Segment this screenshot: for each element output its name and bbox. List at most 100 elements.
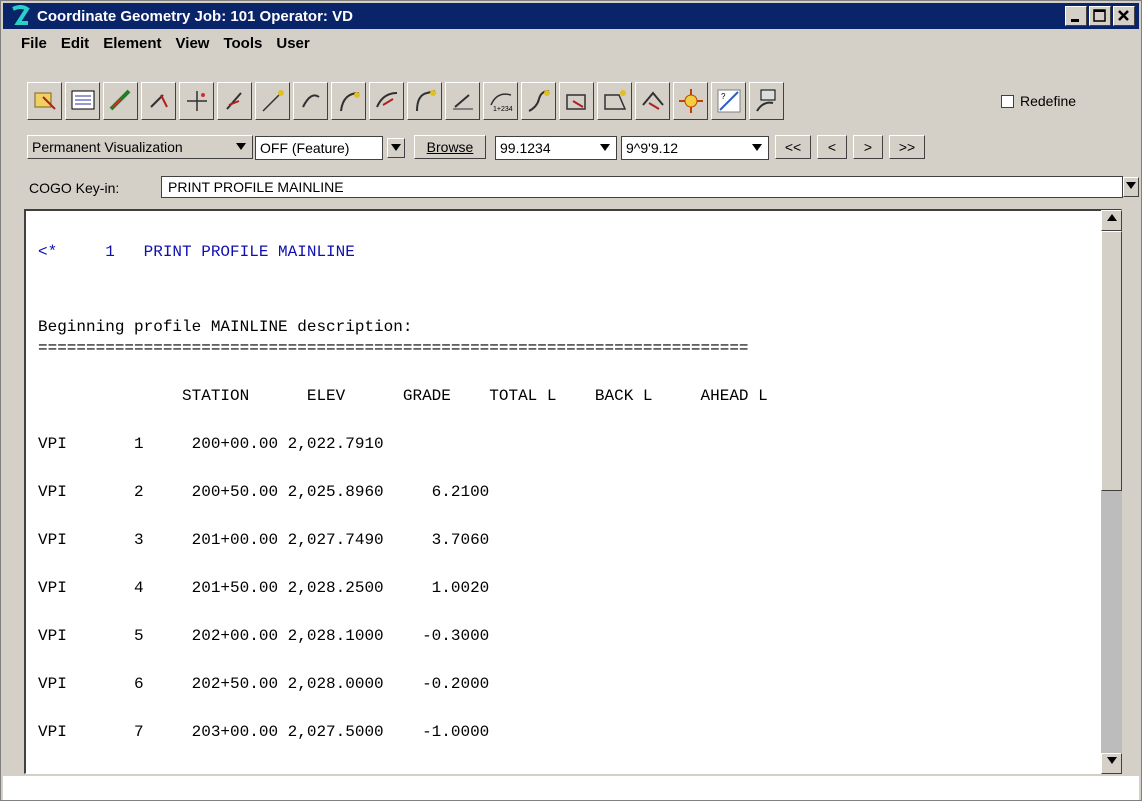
cogo-toolbar: 1+234?: [27, 82, 784, 120]
command-echo: <* 1 PRINT PROFILE MAINLINE: [38, 243, 355, 261]
store-curve-button[interactable]: [331, 82, 366, 120]
output-scrollbar[interactable]: [1101, 210, 1122, 774]
visualization-select[interactable]: Permanent Visualization: [27, 135, 253, 159]
angle-value: 9^9'9.12: [626, 140, 679, 156]
visualize-icon: [678, 89, 703, 113]
import-button[interactable]: [749, 82, 784, 120]
menu-file[interactable]: File: [21, 35, 47, 52]
profile-heading: Beginning profile MAINLINE description:: [38, 318, 413, 336]
maximize-button[interactable]: [1089, 6, 1111, 26]
dropdown-arrow-icon: [236, 143, 246, 150]
add-point-icon: [186, 91, 207, 111]
cogo-window: Coordinate Geometry Job: 101 Operator: V…: [0, 0, 1142, 801]
close-button[interactable]: [1113, 6, 1135, 26]
scroll-down-button[interactable]: [1101, 753, 1122, 774]
keyin-input[interactable]: PRINT PROFILE MAINLINE: [161, 176, 1123, 198]
nav-prev-button[interactable]: <: [817, 135, 847, 159]
window-title: Coordinate Geometry Job: 101 Operator: V…: [37, 7, 353, 25]
nav-last-button[interactable]: >>: [889, 135, 925, 159]
redefine-toggle[interactable]: Redefine: [1001, 93, 1076, 109]
menu-bar: File Edit Element View Tools User: [3, 31, 310, 55]
locate-parcel-button[interactable]: [521, 82, 556, 120]
table-row: VPI 2 200+50.00 2,025.8960 6.2100: [38, 483, 490, 501]
draw-tool-icon: [109, 89, 130, 111]
table-row: VPI 6 202+50.00 2,028.0000 -0.2000: [38, 675, 490, 693]
store-parcel-button[interactable]: [559, 82, 594, 120]
feature-dropdown-button[interactable]: [387, 138, 405, 158]
table-row: VPI 3 201+00.00 2,027.7490 3.7060: [38, 531, 490, 549]
arrow-up-icon: [1106, 214, 1117, 221]
redefine-checkbox[interactable]: [1001, 94, 1014, 108]
locate-curve-button[interactable]: [293, 82, 328, 120]
store-profile-icon: [641, 91, 664, 110]
column-headers: STATION ELEV GRADE TOTAL L BACK L AHEAD …: [38, 387, 768, 405]
locate-spiral-button[interactable]: [369, 82, 404, 120]
visualize-button[interactable]: [673, 82, 708, 120]
visualization-value: Permanent Visualization: [32, 139, 183, 155]
scroll-thumb[interactable]: [1101, 231, 1122, 491]
table-row: VPI 1 200+00.00 2,022.7910: [38, 435, 384, 453]
locate-hook-button[interactable]: [141, 82, 176, 120]
angle-select[interactable]: 9^9'9.12: [621, 136, 769, 160]
separator-rule: ========================================…: [38, 339, 749, 357]
element-edit-icon: ?: [717, 89, 740, 113]
scroll-track[interactable]: [1101, 491, 1122, 753]
store-chain-button[interactable]: 1+234: [483, 82, 518, 120]
locate-parcel-icon: [528, 90, 550, 112]
locate-chain-button[interactable]: [445, 82, 480, 120]
element-edit-button[interactable]: ?: [711, 82, 746, 120]
minimize-icon: [1071, 19, 1079, 22]
keyin-label: COGO Key-in:: [29, 180, 120, 196]
close-icon: [1118, 10, 1129, 21]
store-curve-icon: [339, 92, 360, 112]
nav-first-label: <<: [784, 139, 802, 155]
svg-text:?: ?: [721, 92, 726, 101]
table-row: VPI 4 201+50.00 2,028.2500 1.0020: [38, 579, 490, 597]
inroads-logo-icon: [12, 5, 30, 25]
list-button[interactable]: [65, 82, 100, 120]
locate-curve-icon: [301, 94, 320, 108]
locate-point-icon: [34, 92, 56, 110]
dropdown-arrow-icon: [600, 144, 610, 151]
scroll-up-button[interactable]: [1101, 210, 1122, 231]
locate-profile-icon: [603, 90, 626, 110]
add-point-button[interactable]: [179, 82, 214, 120]
svg-text:1+234: 1+234: [493, 106, 513, 113]
menu-edit[interactable]: Edit: [61, 35, 89, 52]
store-spiral-button[interactable]: [407, 82, 442, 120]
store-profile-button[interactable]: [635, 82, 670, 120]
browse-label: Browse: [426, 139, 474, 155]
browse-button[interactable]: Browse: [414, 135, 486, 159]
keyin-dropdown-button[interactable]: [1123, 177, 1139, 197]
distance-value: 99.1234: [500, 140, 551, 156]
feature-select[interactable]: OFF (Feature): [255, 136, 383, 160]
locate-line-icon: [225, 92, 242, 110]
locate-hook-icon: [149, 94, 168, 108]
table-row: VPI 5 202+00.00 2,028.1000 -0.3000: [38, 627, 490, 645]
store-line-icon: [261, 90, 284, 112]
menu-element[interactable]: Element: [103, 35, 161, 52]
nav-next-button[interactable]: >: [853, 135, 883, 159]
nav-first-button[interactable]: <<: [775, 135, 811, 159]
status-area: [3, 776, 1139, 800]
menu-user[interactable]: User: [276, 35, 309, 52]
minimize-button[interactable]: [1065, 6, 1087, 26]
nav-next-label: >: [863, 139, 873, 155]
store-parcel-icon: [565, 94, 586, 110]
maximize-icon: [1093, 9, 1106, 22]
chevron-down-icon: [391, 144, 401, 151]
store-line-button[interactable]: [255, 82, 290, 120]
output-window: <* 1 PRINT PROFILE MAINLINE Beginning pr…: [24, 209, 1122, 774]
locate-point-button[interactable]: [27, 82, 62, 120]
table-row: VPI 7 203+00.00 2,027.5000 -1.0000: [38, 723, 490, 741]
arrow-down-icon: [1106, 757, 1117, 764]
draw-tool-button[interactable]: [103, 82, 138, 120]
nav-prev-label: <: [827, 139, 837, 155]
menu-tools[interactable]: Tools: [223, 35, 262, 52]
locate-profile-button[interactable]: [597, 82, 632, 120]
locate-line-button[interactable]: [217, 82, 252, 120]
menu-view[interactable]: View: [176, 35, 210, 52]
distance-select[interactable]: 99.1234: [495, 136, 617, 160]
dropdown-arrow-icon: [752, 144, 762, 151]
import-icon: [755, 89, 775, 112]
